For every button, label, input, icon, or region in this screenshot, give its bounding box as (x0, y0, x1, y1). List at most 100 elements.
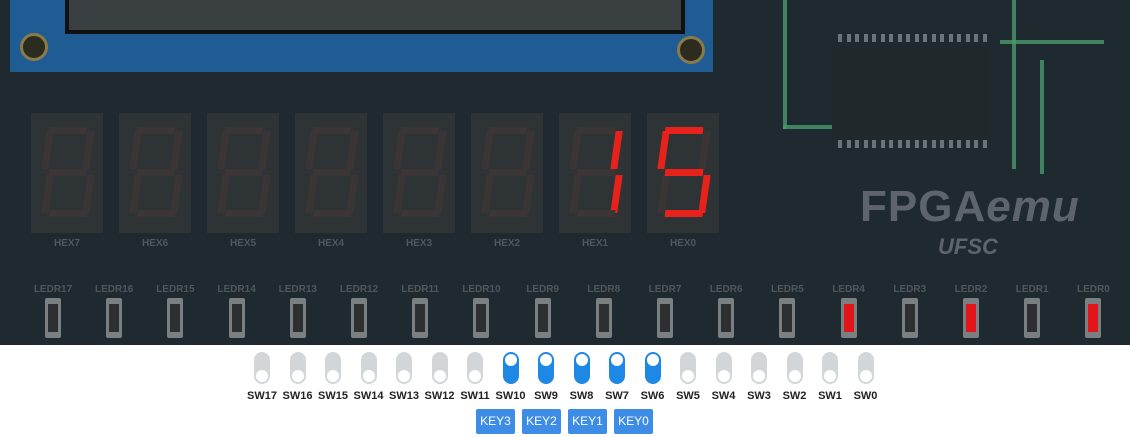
segment-c (434, 175, 447, 213)
led-label: LEDR16 (95, 284, 134, 295)
switch-label: SW6 (640, 390, 665, 402)
chip-pin (965, 140, 970, 148)
switch-sw4[interactable] (715, 352, 732, 384)
chip-pin (838, 34, 842, 42)
led-ledr12 (351, 298, 367, 338)
switch-sw9[interactable] (538, 352, 554, 384)
segment-f (393, 131, 406, 169)
led-lamp (109, 304, 120, 332)
led-ledr13 (289, 298, 306, 338)
segment-b (170, 131, 183, 169)
switch-sw16[interactable] (289, 352, 306, 384)
led-label: LEDR14 (217, 284, 256, 295)
segment-f (481, 131, 494, 169)
chip-pin (855, 34, 859, 42)
segment-a (224, 127, 264, 134)
hex-label: HEX2 (493, 238, 521, 249)
chip-pin (880, 140, 885, 148)
switch-sw11[interactable] (467, 352, 483, 384)
segment-c (170, 175, 183, 213)
led-label: LEDR6 (709, 284, 743, 295)
segment-c (610, 175, 623, 213)
switch-sw6[interactable] (644, 352, 661, 384)
chip-pin (974, 34, 978, 42)
switch-knob (469, 370, 481, 382)
led-lamp (415, 304, 426, 332)
switch-knob (398, 370, 410, 382)
switch-sw8[interactable] (573, 352, 590, 384)
segment-c (346, 175, 359, 213)
hex-label: HEX4 (317, 238, 345, 249)
chip-pin (965, 34, 970, 42)
hex-display-hex2 (471, 113, 543, 233)
switch-sw0[interactable] (857, 352, 874, 384)
switch-sw10[interactable] (502, 352, 519, 384)
key-button-key2[interactable]: KEY2 (522, 409, 561, 434)
switch-sw12[interactable] (431, 352, 448, 384)
segment-d (664, 210, 704, 217)
segment-d (312, 210, 352, 217)
hex-label: HEX0 (669, 238, 697, 249)
chip-pin (931, 140, 936, 148)
segment-c (522, 175, 535, 213)
led-ledr8 (595, 298, 612, 338)
segment-b (434, 131, 447, 169)
segment-b (698, 131, 711, 169)
led-ledr6 (718, 298, 735, 338)
chip-pin (897, 34, 902, 42)
chip-pin (846, 140, 851, 148)
segment-a (576, 127, 616, 134)
fpga-chip (832, 46, 990, 136)
switch-sw14[interactable] (360, 352, 377, 384)
segment-a (488, 127, 528, 134)
switch-label: SW5 (676, 390, 700, 402)
led-ledr5 (779, 298, 796, 338)
switch-sw7[interactable] (609, 352, 625, 384)
segment-e (569, 175, 582, 213)
segment-a (400, 127, 440, 134)
pcb-trace (783, 0, 787, 129)
segment-b (258, 131, 271, 169)
key-button-key1[interactable]: KEY1 (568, 409, 607, 434)
segment-b (610, 131, 623, 169)
segment-d (224, 210, 264, 217)
switch-label: SW9 (534, 390, 558, 402)
switch-sw5[interactable] (680, 352, 696, 384)
chip-pin (906, 140, 910, 148)
chip-pin (914, 34, 919, 42)
segment-f (657, 131, 670, 169)
switch-sw3[interactable] (751, 352, 767, 384)
switch-sw17[interactable] (254, 352, 270, 384)
segment-c (258, 175, 271, 213)
led-ledr9 (534, 298, 551, 338)
chip-pin (846, 34, 851, 42)
segment-d (136, 210, 176, 217)
segment-f (41, 131, 54, 169)
led-ledr10 (473, 298, 490, 338)
led-ledr4 (840, 298, 857, 338)
chip-pin (863, 140, 868, 148)
switch-sw15[interactable] (325, 352, 341, 384)
led-lamp (966, 304, 976, 332)
led-lamp (292, 304, 303, 332)
led-ledr0 (1085, 298, 1102, 338)
switch-label: SW15 (318, 390, 348, 402)
switch-label: SW2 (782, 390, 807, 402)
switch-sw13[interactable] (396, 352, 412, 384)
segment-e (41, 175, 54, 213)
chip-pin (957, 34, 961, 42)
chip-pin (889, 140, 893, 148)
chip-pin (948, 140, 953, 148)
key-button-key3[interactable]: KEY3 (476, 409, 515, 434)
switch-sw1[interactable] (822, 352, 838, 384)
hex-label: HEX6 (141, 238, 169, 249)
switch-sw2[interactable] (786, 352, 803, 384)
switch-label: SW16 (282, 390, 313, 402)
led-ledr2 (963, 298, 979, 338)
switch-knob (788, 370, 801, 382)
switch-knob (433, 370, 446, 382)
segment-g (576, 169, 616, 176)
lcd-screen (65, 0, 685, 34)
key-button-key0[interactable]: KEY0 (614, 409, 653, 434)
chip-pin (838, 140, 842, 148)
